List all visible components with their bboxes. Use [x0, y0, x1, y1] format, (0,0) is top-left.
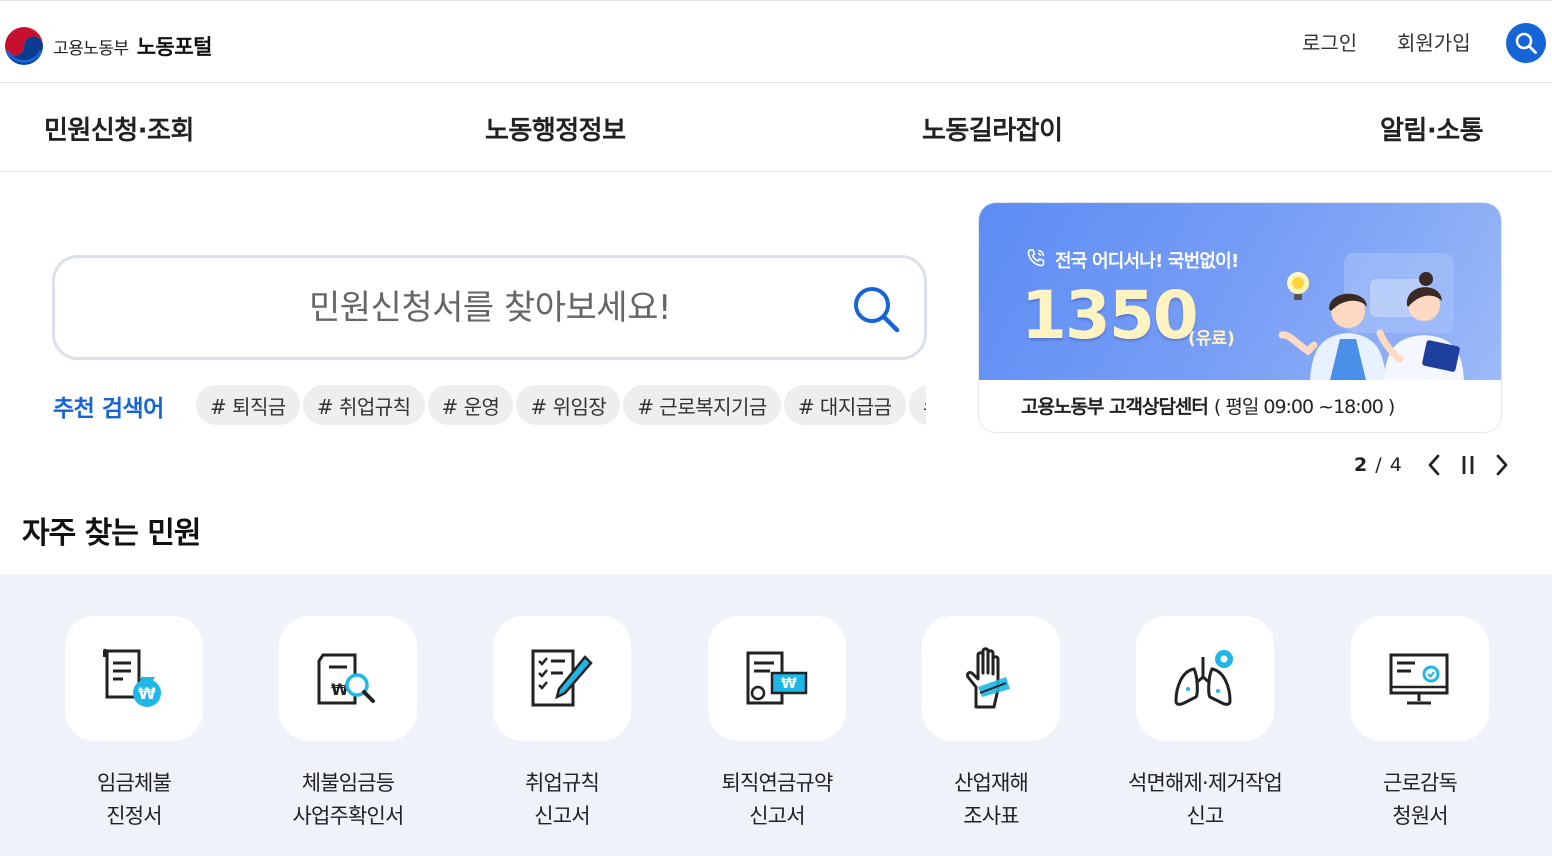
pause-slide-button[interactable] [1451, 450, 1485, 480]
banner-tagline: 전국 어디서나! 국번없이! [1055, 251, 1239, 272]
petition-label: 퇴직연금규약 신고서 [721, 771, 833, 828]
injured-hand-icon [966, 646, 1010, 708]
petition-wage-arrears[interactable]: ₩ 임금체불 진정서 [27, 616, 241, 833]
chevron-left-icon [1428, 454, 1440, 476]
petition-search-button[interactable] [850, 283, 902, 335]
petition-tile [493, 616, 631, 741]
nav-item-labor-guide[interactable]: 노동길라잡이 [922, 110, 1063, 147]
signup-link[interactable]: 회원가입 [1397, 27, 1471, 56]
phone-icon [1027, 249, 1045, 267]
petition-search-input[interactable] [95, 258, 885, 357]
petition-unpaid-wage-confirmation[interactable]: ₩ 체불임금등 사업주확인서 [241, 616, 455, 833]
call-center-banner[interactable]: 전국 어디서나! 국번없이! 1350 (유료) 고용노동부 고객상담센터( 평… [978, 202, 1502, 433]
next-slide-button[interactable] [1485, 450, 1519, 480]
keyword-chip[interactable]: # 위임장 [516, 385, 621, 425]
petition-label: 임금체불 진정서 [96, 771, 172, 828]
petition-tile: ₩ [708, 616, 846, 741]
site-logo[interactable]: 고용노동부 노동포털 [3, 25, 212, 67]
svg-text:₩: ₩ [781, 676, 797, 692]
petition-labor-inspection[interactable]: 근로감독 청원서 [1313, 616, 1527, 833]
current-slide: 2 [1354, 454, 1369, 476]
login-link[interactable]: 로그인 [1302, 27, 1357, 56]
lungs-icon [1174, 649, 1233, 706]
petition-tile: ₩ [279, 616, 417, 741]
document-search-icon: ₩ [317, 653, 375, 704]
keyword-chip[interactable]: # 취업규칙 [302, 385, 425, 425]
keyword-chip[interactable]: # 임금체불 [908, 385, 926, 425]
petition-tile: ₩ [65, 616, 203, 741]
petition-retirement-pension[interactable]: ₩ 퇴직연금규약 신고서 [670, 616, 884, 833]
keyword-chip[interactable]: # 퇴직금 [196, 385, 300, 425]
recommended-keywords-label: 추천 검색어 [53, 396, 164, 422]
call-center-info: 고용노동부 고객상담센터( 평일 09:00 ~18:00 ) [1021, 392, 1395, 419]
call-center-name: 고용노동부 고객상담센터 [1021, 396, 1209, 418]
checklist-pencil-icon [531, 649, 593, 706]
government-emblem-icon [4, 26, 44, 66]
recommended-keywords: # 퇴직금 # 취업규칙 # 운영 # 위임장 # 근로복지기금 # 대지급금 … [196, 385, 926, 427]
svg-text:₩: ₩ [138, 684, 156, 703]
paid-call-note: (유료) [1188, 329, 1235, 349]
pause-icon [1462, 456, 1474, 474]
chevron-right-icon [1496, 454, 1508, 476]
petition-label: 취업규칙 신고서 [524, 771, 600, 828]
petition-tile [1351, 616, 1489, 741]
petition-industrial-accident[interactable]: 산업재해 조사표 [884, 616, 1098, 833]
total-slides: 4 [1389, 454, 1403, 476]
nav-item-civil-petition[interactable]: 민원신청·조회 [44, 110, 194, 147]
petition-employment-rules[interactable]: 취업규칙 신고서 [455, 616, 669, 833]
petition-search-box [52, 255, 927, 360]
petition-label: 근로감독 청원서 [1382, 771, 1458, 828]
monitor-check-icon [1389, 653, 1449, 704]
portal-name: 노동포털 [136, 35, 213, 59]
petition-label: 체불임금등 사업주확인서 [292, 771, 404, 828]
nav-item-labor-admin-info[interactable]: 노동행정정보 [485, 110, 626, 147]
keyword-chip[interactable]: # 근로복지기금 [623, 385, 781, 425]
search-icon [854, 287, 900, 333]
pension-certificate-icon: ₩ [746, 651, 808, 704]
search-icon [1515, 32, 1537, 54]
nav-item-notice-communication[interactable]: 알림·소통 [1380, 110, 1484, 147]
petition-asbestos-removal[interactable]: 석면해제·제거작업 신고 [1098, 616, 1312, 833]
banner-visual: 전국 어디서나! 국번없이! 1350 (유료) [979, 203, 1501, 380]
wage-document-icon: ₩ [103, 648, 161, 707]
frequent-petitions-title: 자주 찾는 민원 [22, 516, 201, 551]
keyword-chip[interactable]: # 운영 [427, 385, 514, 425]
call-center-hours: ( 평일 09:00 ~18:00 ) [1213, 396, 1395, 418]
ministry-name: 고용노동부 [53, 38, 129, 59]
petition-label: 산업재해 조사표 [953, 771, 1029, 828]
keyword-chip[interactable]: # 대지급금 [783, 385, 906, 425]
header-search-button[interactable] [1506, 23, 1546, 63]
petition-tile [1136, 616, 1274, 741]
banner-pager: 2 / 4 [1354, 450, 1519, 480]
petition-label: 석면해제·제거작업 신고 [1127, 771, 1283, 828]
main-navigation: 민원신청·조회 노동행정정보 노동길라잡이 알림·소통 [0, 83, 1552, 172]
slide-counter: 2 / 4 [1354, 454, 1403, 476]
petition-tile [922, 616, 1060, 741]
site-header: 고용노동부 노동포털 로그인 회원가입 [0, 0, 1552, 83]
prev-slide-button[interactable] [1417, 450, 1451, 480]
call-center-number: 1350 [1021, 277, 1199, 354]
counselors-illustration [1278, 253, 1464, 380]
